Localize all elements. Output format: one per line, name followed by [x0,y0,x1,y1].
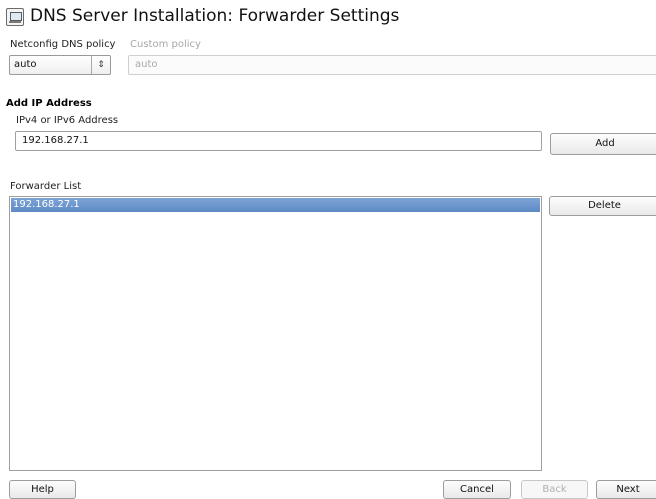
dns-server-icon [6,8,24,26]
netconfig-policy-select[interactable]: auto ⇕ [9,55,111,75]
netconfig-policy-value: auto [14,59,37,70]
forwarder-list-label: Forwarder List [10,181,82,192]
delete-button[interactable]: Delete [549,196,656,216]
custom-policy-label: Custom policy [130,39,201,50]
netconfig-policy-label: Netconfig DNS policy [10,39,116,50]
next-button[interactable]: Next [596,480,656,499]
forwarder-list[interactable]: 192.168.27.1 [9,196,542,471]
list-item[interactable]: 192.168.27.1 [11,198,540,212]
add-ip-heading: Add IP Address [6,98,92,109]
cancel-button[interactable]: Cancel [443,480,511,499]
updown-arrow-icon: ⇕ [91,56,110,74]
add-button[interactable]: Add [550,133,656,155]
help-button[interactable]: Help [9,480,76,499]
ip-address-input[interactable]: 192.168.27.1 [15,131,542,151]
back-button[interactable]: Back [521,480,588,499]
page-title: DNS Server Installation: Forwarder Setti… [30,6,400,26]
custom-policy-field[interactable]: auto [128,55,656,75]
ip-address-label: IPv4 or IPv6 Address [16,115,119,126]
